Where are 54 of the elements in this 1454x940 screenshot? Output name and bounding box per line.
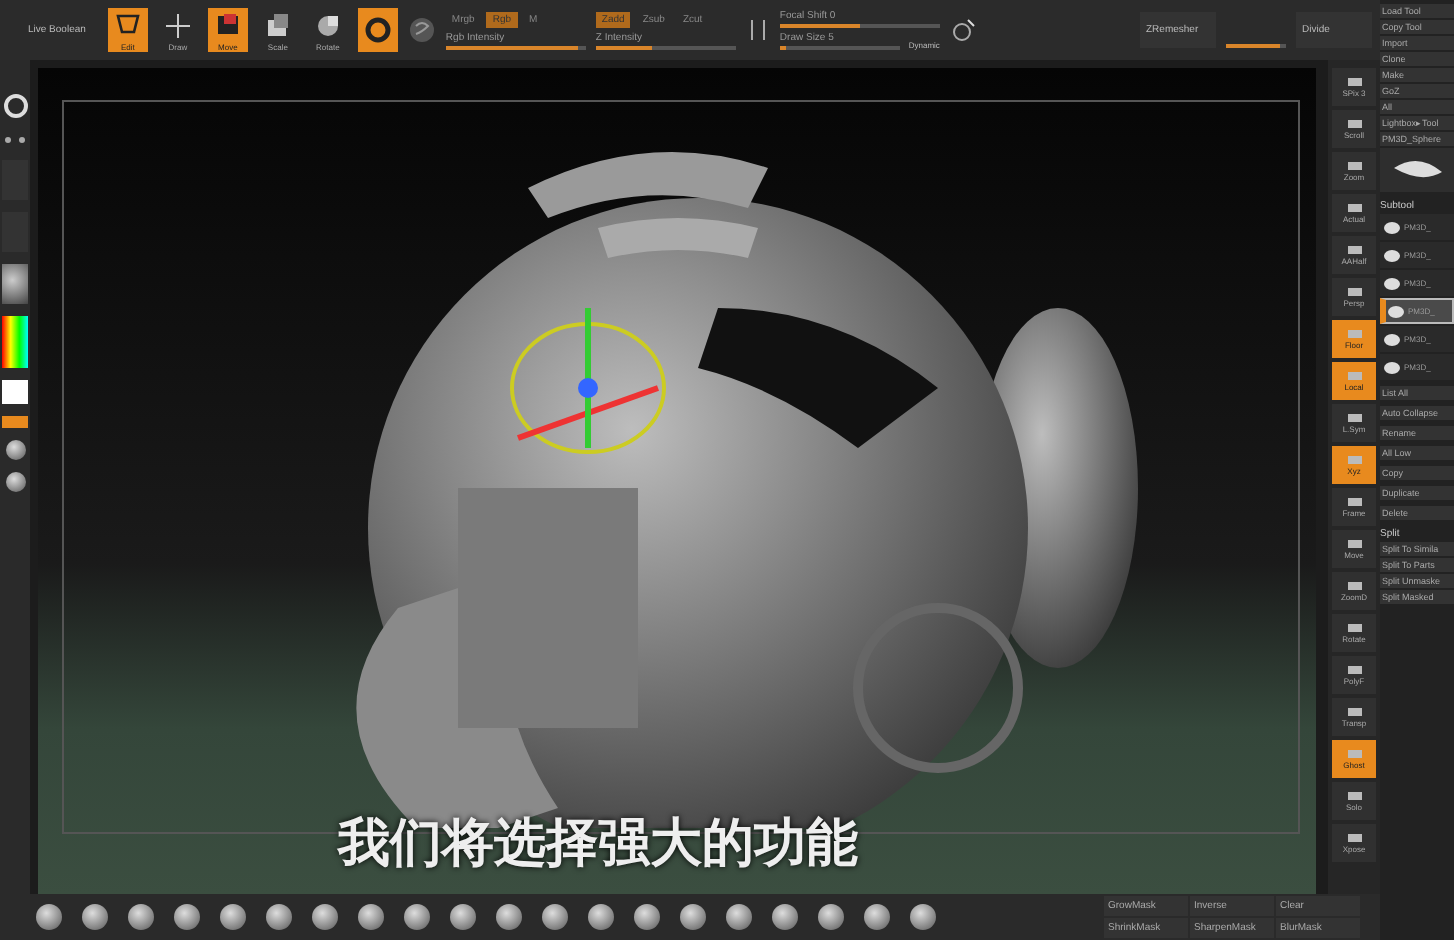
view-icon: [1345, 580, 1363, 592]
view-icon: [1345, 496, 1363, 508]
brush-thumbnail[interactable]: [358, 904, 384, 930]
brush-thumbnail[interactable]: [496, 904, 522, 930]
view-icon: [1345, 706, 1363, 718]
view-icon: [1345, 412, 1363, 424]
view-icon: [1345, 286, 1363, 298]
view-icon: [1345, 118, 1363, 130]
viewport[interactable]: 我们将选择强大的功能: [38, 68, 1316, 894]
tool-preview[interactable]: [1380, 148, 1454, 192]
brush-icon: [1, 92, 29, 120]
brush-thumbnail[interactable]: [404, 904, 430, 930]
brush-thumbnail[interactable]: [312, 904, 338, 930]
view-icon: [1345, 622, 1363, 634]
view-icon: [1345, 76, 1363, 88]
brush-thumbnail[interactable]: [818, 904, 844, 930]
color-picker[interactable]: [2, 316, 28, 368]
brush-thumbnail[interactable]: [634, 904, 660, 930]
stroke-icon: [1, 132, 29, 148]
brush-thumbnail[interactable]: [910, 904, 936, 930]
brush-stroke-icon: [745, 16, 770, 44]
brush-thumbnail[interactable]: [864, 904, 890, 930]
ring-icon: [361, 14, 394, 46]
brush-thumbnail[interactable]: [680, 904, 706, 930]
brush-thumbnail[interactable]: [588, 904, 614, 930]
brush-thumbnail[interactable]: [726, 904, 752, 930]
brush-thumbnail[interactable]: [266, 904, 292, 930]
view-icon: [1345, 790, 1363, 802]
view-icon: [1345, 664, 1363, 676]
view-icon: [1345, 538, 1363, 550]
view-icon: [1345, 370, 1363, 382]
color-swatch[interactable]: [2, 416, 28, 428]
view-icon: [1345, 202, 1363, 214]
view-icon: [1345, 244, 1363, 256]
brush-thumbnail[interactable]: [82, 904, 108, 930]
brush-thumbnail[interactable]: [174, 904, 200, 930]
view-icon: [1345, 160, 1363, 172]
material-swatch[interactable]: [2, 264, 28, 304]
tool-icon: [161, 9, 194, 41]
view-icon: [1345, 454, 1363, 466]
brush-icon: [949, 16, 978, 44]
brush-thumbnail[interactable]: [220, 904, 246, 930]
subtitle-caption: 我们将选择强大的功能: [338, 810, 858, 876]
brush-thumbnail[interactable]: [128, 904, 154, 930]
brush-thumbnail[interactable]: [450, 904, 476, 930]
view-icon: [1345, 832, 1363, 844]
view-icon: [1345, 328, 1363, 340]
gizmo-button[interactable]: [357, 8, 398, 52]
view-icon: [1345, 748, 1363, 760]
brush-thumbnail[interactable]: [772, 904, 798, 930]
color-swatch[interactable]: [2, 380, 28, 404]
brush-thumbnail[interactable]: [36, 904, 62, 930]
sphere-icon: [407, 16, 436, 44]
brush-thumbnail[interactable]: [542, 904, 568, 930]
